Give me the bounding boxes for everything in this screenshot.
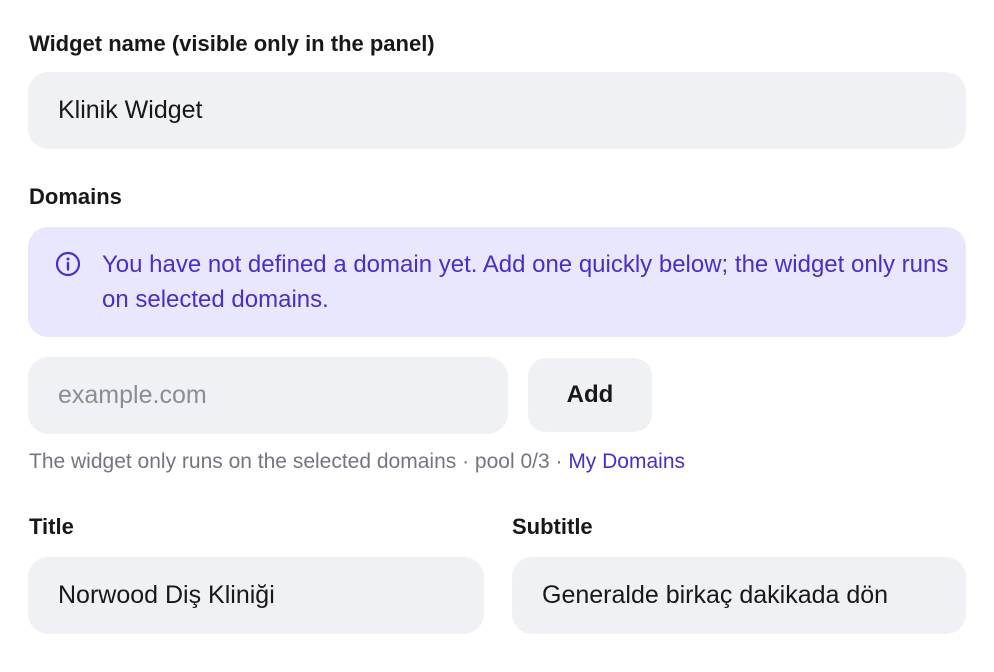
domains-hint: The widget only runs on the selected dom… [29, 450, 685, 474]
subtitle-label: Subtitle [512, 514, 593, 539]
info-icon [55, 251, 81, 277]
add-domain-button[interactable]: Add [528, 358, 652, 432]
widget-settings-form: Widget name (visible only in the panel) … [0, 0, 994, 672]
domains-notice-text: You have not defined a domain yet. Add o… [102, 251, 949, 313]
domains-label: Domains [29, 184, 122, 209]
subtitle-input[interactable]: Generalde birkaç dakikada dön [512, 557, 966, 634]
widget-name-input[interactable]: Klinik Widget [28, 72, 966, 149]
my-domains-link[interactable]: My Domains [568, 450, 685, 473]
title-input[interactable]: Norwood Diş Kliniği [28, 557, 484, 634]
widget-name-label: Widget name (visible only in the panel) [29, 31, 435, 56]
title-label: Title [29, 514, 74, 539]
domain-input[interactable]: example.com [28, 357, 508, 434]
domains-hint-text: The widget only runs on the selected dom… [29, 450, 569, 473]
